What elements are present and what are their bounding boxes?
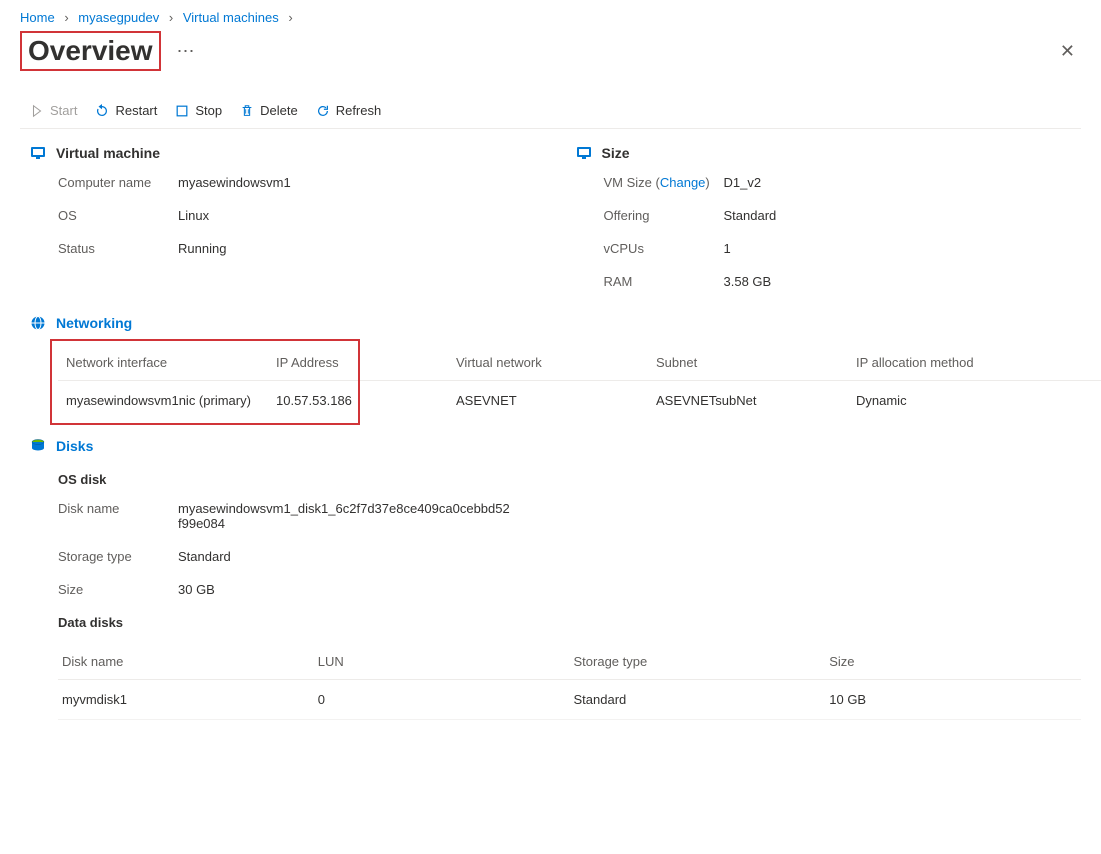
breadcrumb: Home › myasegpudev › Virtual machines › — [20, 10, 1081, 31]
col-nic: Network interface — [58, 345, 268, 381]
breadcrumb-home[interactable]: Home — [20, 10, 55, 25]
network-icon — [30, 315, 46, 331]
vm-section-header: Virtual machine — [30, 145, 536, 161]
value-status: Running — [178, 241, 536, 256]
label-ram: RAM — [604, 274, 724, 289]
label-vm-size: VM Size (Change) — [604, 175, 724, 190]
cell-size: 10 GB — [825, 680, 1081, 720]
more-menu-button[interactable]: ⋯ — [173, 37, 199, 66]
networking-table: Network interface IP Address Virtual net… — [58, 345, 1101, 420]
close-icon[interactable]: ✕ — [1054, 36, 1081, 66]
col-size: Size — [825, 644, 1081, 680]
restart-icon — [95, 104, 109, 118]
disks-section-header[interactable]: Disks — [30, 438, 1081, 454]
size-heading: Size — [602, 145, 630, 161]
delete-button[interactable]: Delete — [240, 103, 298, 118]
vm-icon — [30, 145, 46, 161]
cell-nic: myasewindowsvm1nic (primary) — [58, 381, 268, 421]
size-section-header: Size — [576, 145, 1082, 161]
stop-button[interactable]: Stop — [175, 103, 222, 118]
start-label: Start — [50, 103, 77, 118]
cell-lun: 0 — [314, 680, 570, 720]
table-row[interactable]: myvmdisk1 0 Standard 10 GB — [58, 680, 1081, 720]
networking-section-header[interactable]: Networking — [30, 315, 1081, 331]
col-disk-name: Disk name — [58, 644, 314, 680]
trash-icon — [240, 104, 254, 118]
value-computer-name: myasewindowsvm1 — [178, 175, 536, 190]
stop-icon — [175, 104, 189, 118]
value-os-size: 30 GB — [178, 582, 510, 597]
command-bar: Start Restart Stop Delete Refresh — [20, 89, 1081, 129]
col-storage-type: Storage type — [570, 644, 826, 680]
cell-ip: 10.57.53.186 — [268, 381, 448, 421]
label-status: Status — [58, 241, 178, 256]
cell-subnet: ASEVNETsubNet — [648, 381, 848, 421]
start-button[interactable]: Start — [30, 103, 77, 118]
cell-storage-type: Standard — [570, 680, 826, 720]
cell-vnet: ASEVNET — [448, 381, 648, 421]
refresh-label: Refresh — [336, 103, 382, 118]
label-vcpus: vCPUs — [604, 241, 724, 256]
value-os-storage-type: Standard — [178, 549, 510, 564]
label-os: OS — [58, 208, 178, 223]
breadcrumb-vms[interactable]: Virtual machines — [183, 10, 279, 25]
networking-heading: Networking — [56, 315, 132, 331]
disks-heading: Disks — [56, 438, 93, 454]
label-computer-name: Computer name — [58, 175, 178, 190]
data-disks-heading: Data disks — [58, 615, 1081, 630]
vm-heading: Virtual machine — [56, 145, 160, 161]
col-vnet: Virtual network — [448, 345, 648, 381]
value-os-disk-name: myasewindowsvm1_disk1_6c2f7d37e8ce409ca0… — [178, 501, 510, 531]
disk-icon — [30, 438, 46, 454]
label-disk-name: Disk name — [58, 501, 178, 531]
refresh-button[interactable]: Refresh — [316, 103, 382, 118]
label-storage-type: Storage type — [58, 549, 178, 564]
table-row[interactable]: myasewindowsvm1nic (primary) 10.57.53.18… — [58, 381, 1101, 421]
value-offering: Standard — [724, 208, 1082, 223]
cell-disk-name: myvmdisk1 — [58, 680, 314, 720]
value-os: Linux — [178, 208, 536, 223]
value-vcpus: 1 — [724, 241, 1082, 256]
col-lun: LUN — [314, 644, 570, 680]
breadcrumb-resource[interactable]: myasegpudev — [78, 10, 159, 25]
delete-label: Delete — [260, 103, 298, 118]
restart-button[interactable]: Restart — [95, 103, 157, 118]
col-subnet: Subnet — [648, 345, 848, 381]
restart-label: Restart — [115, 103, 157, 118]
change-size-link[interactable]: Change — [660, 175, 706, 190]
value-ram: 3.58 GB — [724, 274, 1082, 289]
size-icon — [576, 145, 592, 161]
play-icon — [30, 104, 44, 118]
refresh-icon — [316, 104, 330, 118]
cell-alloc: Dynamic — [848, 381, 1101, 421]
label-size: Size — [58, 582, 178, 597]
chevron-right-icon: › — [64, 10, 68, 25]
os-disk-heading: OS disk — [58, 472, 1081, 487]
value-vm-size: D1_v2 — [724, 175, 1082, 190]
chevron-right-icon: › — [288, 10, 292, 25]
stop-label: Stop — [195, 103, 222, 118]
data-disks-table: Disk name LUN Storage type Size myvmdisk… — [58, 644, 1081, 720]
page-title: Overview — [20, 31, 161, 71]
label-offering: Offering — [604, 208, 724, 223]
chevron-right-icon: › — [169, 10, 173, 25]
col-alloc: IP allocation method — [848, 345, 1101, 381]
col-ip: IP Address — [268, 345, 448, 381]
